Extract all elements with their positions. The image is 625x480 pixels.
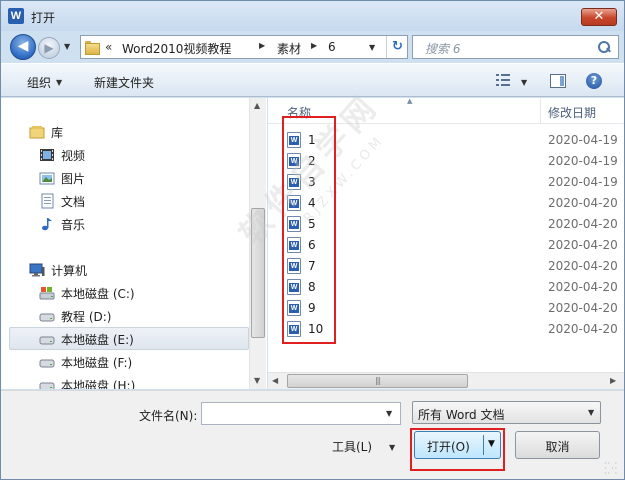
word-app-icon: W (8, 8, 24, 24)
file-date: 2020-04-20 (548, 301, 618, 315)
pictures-icon (39, 172, 55, 185)
drive-icon (39, 382, 55, 389)
back-button[interactable]: ◀ (10, 34, 36, 60)
filename-dropdown-icon[interactable]: ▼ (386, 409, 392, 418)
filetype-dropdown-icon[interactable]: ▼ (588, 408, 594, 417)
file-date: 2020-04-20 (548, 238, 618, 252)
command-toolbar: 组织 ▼ 新建文件夹 ▼ ? (1, 63, 624, 97)
view-options-caret-icon[interactable]: ▼ (521, 78, 527, 87)
drive-icon (39, 313, 55, 322)
nav-item-music[interactable]: 音乐 (39, 213, 239, 235)
drive-icon (39, 359, 55, 368)
organize-button[interactable]: 组织 (27, 74, 51, 91)
breadcrumb-separator-icon[interactable]: ▶ (259, 41, 265, 50)
address-overflow-chevron-icon[interactable]: « (105, 40, 112, 54)
resize-grip-icon[interactable]: ·· · · ·· ·· · (604, 460, 620, 478)
nav-item-label: 音乐 (61, 218, 86, 232)
nav-item-label: 计算机 (51, 264, 88, 278)
breadcrumb-separator-icon[interactable]: ▶ (311, 41, 317, 50)
music-icon (42, 218, 52, 231)
breadcrumb-sucai[interactable]: 素材 (277, 40, 301, 57)
scroll-up-icon[interactable]: ▲ (254, 101, 260, 110)
forward-button[interactable]: ▶ (38, 37, 60, 59)
filetype-select[interactable]: 所有 Word 文档 ▼ (412, 401, 601, 424)
nav-item-drive-d[interactable]: 教程 (D:) (39, 305, 239, 327)
nav-item-video[interactable]: 视频 (39, 144, 239, 166)
cancel-button[interactable]: 取消 (515, 431, 600, 459)
column-header-date[interactable]: 修改日期 (548, 104, 596, 121)
documents-icon (41, 193, 54, 209)
nav-item-documents[interactable]: 文档 (39, 190, 239, 212)
address-dropdown-icon[interactable]: ▼ (369, 43, 375, 52)
cancel-button-label: 取消 (545, 440, 570, 454)
nav-item-label: 库 (51, 126, 64, 140)
file-date: 2020-04-20 (548, 196, 618, 210)
filename-input[interactable] (204, 405, 374, 422)
recent-locations-dropdown-icon[interactable]: ▼ (64, 42, 70, 51)
annotation-box-open-button (410, 428, 505, 471)
tools-button[interactable]: 工具(L) (332, 438, 372, 455)
drive-icon (39, 336, 55, 345)
nav-item-label: 视频 (61, 149, 86, 163)
navigation-bar: ◀ ▶ ▼ « Word2010视频教程 ▶ 素材 ▶ 6 ▼ ↻ 搜索 6 (1, 31, 624, 63)
title-bar: W 打开 ✕ (1, 1, 624, 31)
change-view-icon[interactable] (496, 74, 510, 86)
file-list-horizontal-scrollbar[interactable]: ◀ ||| ▶ (268, 372, 624, 389)
file-date: 2020-04-19 (548, 133, 618, 147)
nav-item-label: 图片 (61, 172, 86, 186)
file-date: 2020-04-19 (548, 175, 618, 189)
nav-item-drive-e[interactable]: 本地磁盘 (E:) (39, 328, 239, 350)
nav-item-drive-c[interactable]: 本地磁盘 (C:) (39, 282, 239, 304)
folder-icon (85, 40, 100, 55)
scroll-right-icon[interactable]: ▶ (610, 376, 616, 385)
file-date: 2020-04-20 (548, 259, 618, 273)
video-icon (40, 149, 54, 161)
new-folder-button[interactable]: 新建文件夹 (94, 74, 154, 91)
file-date: 2020-04-20 (548, 322, 618, 336)
library-icon (29, 126, 45, 139)
file-date: 2020-04-20 (548, 217, 618, 231)
file-date: 2020-04-20 (548, 280, 618, 294)
system-drive-icon (39, 287, 55, 300)
nav-item-library[interactable]: 库 (29, 121, 229, 143)
tools-caret-icon[interactable]: ▼ (389, 443, 395, 452)
file-date: 2020-04-19 (548, 154, 618, 168)
nav-item-label: 本地磁盘 (C:) (61, 287, 135, 301)
dialog-footer: 文件名(N): ▼ 所有 Word 文档 ▼ 工具(L) ▼ 打开(O) ▼ 取… (1, 390, 624, 479)
nav-item-label: 本地磁盘 (E:) (61, 333, 134, 347)
search-box[interactable]: 搜索 6 (412, 35, 619, 59)
computer-icon (29, 263, 45, 277)
search-icon[interactable] (597, 40, 611, 54)
refresh-button[interactable]: ↻ (386, 36, 408, 58)
help-icon[interactable]: ? (586, 73, 602, 89)
organize-caret-icon[interactable]: ▼ (56, 78, 62, 87)
horizontal-scroll-thumb[interactable]: ||| (287, 374, 468, 388)
dialog-title: 打开 (31, 11, 56, 25)
nav-item-label: 文档 (61, 195, 86, 209)
address-bar[interactable]: « Word2010视频教程 ▶ 素材 ▶ 6 ▼ ↻ (80, 35, 408, 59)
nav-item-drive-h[interactable]: 本地磁盘 (H:) (39, 374, 239, 389)
column-divider[interactable] (540, 98, 541, 124)
breadcrumb-6[interactable]: 6 (328, 40, 336, 54)
nav-item-label: 本地磁盘 (F:) (61, 356, 133, 370)
annotation-box-file-list (282, 116, 336, 344)
sort-ascending-icon: ▲ (407, 97, 413, 105)
scroll-down-icon[interactable]: ▼ (254, 376, 260, 385)
filename-combobox[interactable]: ▼ (201, 402, 401, 425)
nav-item-pictures[interactable]: 图片 (39, 167, 239, 189)
open-file-dialog: W 打开 ✕ ◀ ▶ ▼ « Word2010视频教程 ▶ 素材 ▶ 6 ▼ ↻… (0, 0, 625, 480)
close-button[interactable]: ✕ (581, 8, 617, 26)
navigation-pane: 库 视频 图片 文档 音乐 计算机 本地磁盘 (C:) 教程 (D:) 本地磁盘… (1, 98, 267, 389)
filename-label: 文件名(N): (139, 409, 198, 423)
nav-item-label: 教程 (D:) (61, 310, 112, 324)
nav-item-label: 本地磁盘 (H:) (61, 379, 136, 389)
search-placeholder: 搜索 6 (425, 42, 461, 56)
preview-pane-icon[interactable] (550, 74, 566, 88)
scroll-left-icon[interactable]: ◀ (272, 376, 278, 385)
nav-item-computer[interactable]: 计算机 (29, 259, 229, 281)
nav-item-drive-f[interactable]: 本地磁盘 (F:) (39, 351, 239, 373)
breadcrumb-word2010[interactable]: Word2010视频教程 (122, 40, 231, 57)
filetype-value: 所有 Word 文档 (418, 408, 505, 422)
